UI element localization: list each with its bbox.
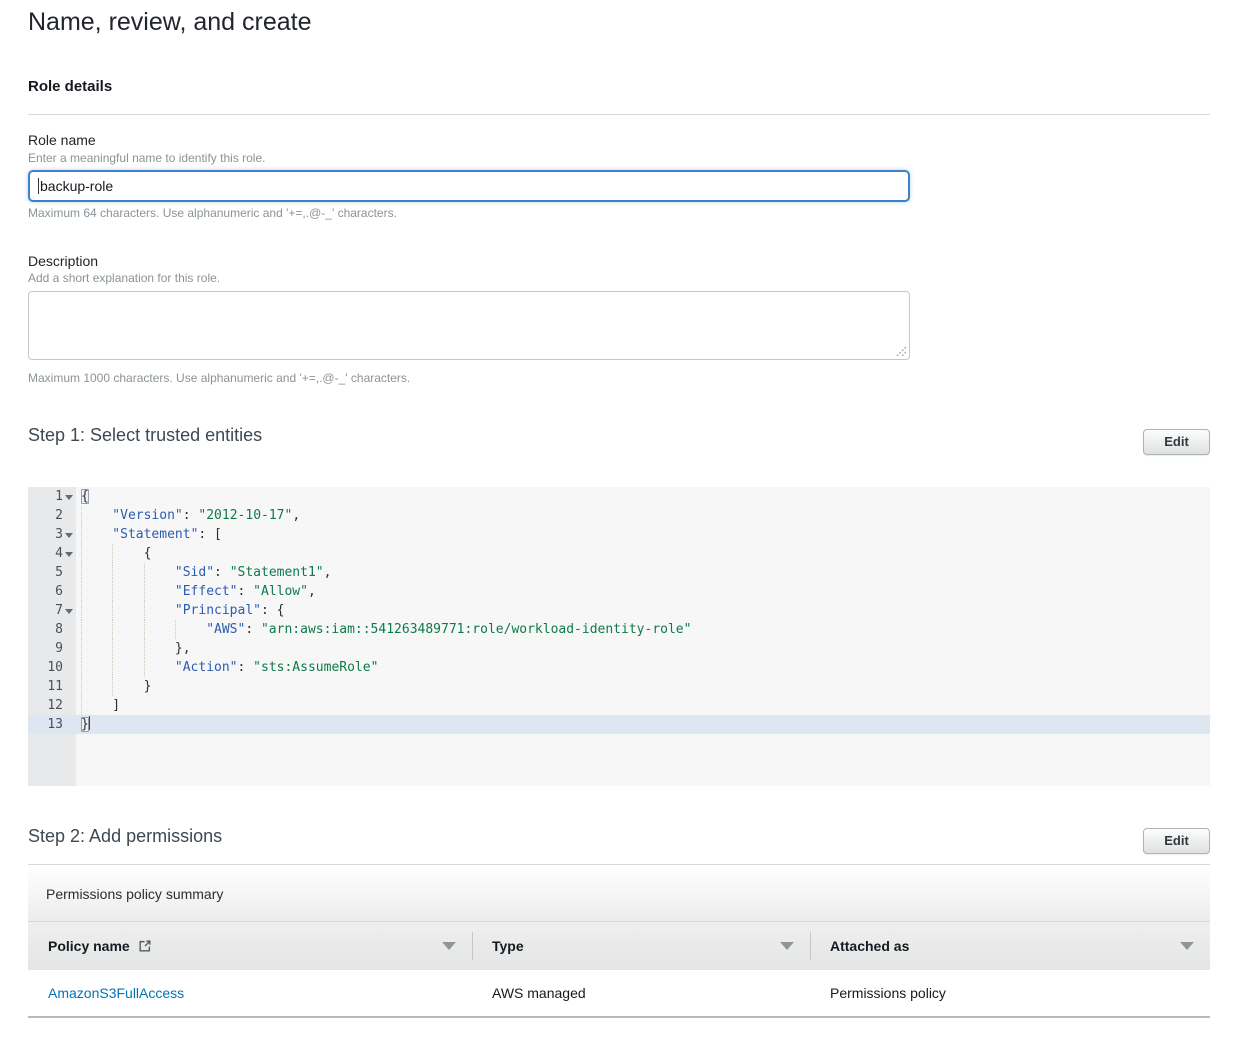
text-cursor bbox=[89, 716, 91, 730]
page: Name, review, and create Role details Ro… bbox=[0, 0, 1242, 1037]
line-number: 2 bbox=[28, 506, 76, 525]
column-header-attached-as: Attached as bbox=[810, 922, 1210, 970]
code-line[interactable]: 12] bbox=[28, 696, 1210, 715]
fold-arrow-icon[interactable] bbox=[65, 495, 73, 500]
code-line[interactable]: 4{ bbox=[28, 544, 1210, 563]
line-number: 5 bbox=[28, 563, 76, 582]
description-help: Add a short explanation for this role. bbox=[28, 271, 220, 285]
page-title: Name, review, and create bbox=[28, 8, 311, 37]
column-divider bbox=[472, 932, 473, 960]
description-label: Description bbox=[28, 253, 98, 269]
policy-type-cell: AWS managed bbox=[472, 970, 810, 1016]
column-header-type: Type bbox=[472, 922, 810, 970]
permissions-summary-panel: Permissions policy summary Policy name T… bbox=[28, 866, 1210, 1018]
step2-heading: Step 2: Add permissions bbox=[28, 826, 222, 847]
code-line[interactable]: 9}, bbox=[28, 639, 1210, 658]
line-number: 9 bbox=[28, 639, 76, 658]
fold-arrow-icon[interactable] bbox=[65, 533, 73, 538]
policy-name-link[interactable]: AmazonS3FullAccess bbox=[48, 985, 184, 1001]
policy-editor[interactable]: 1{2"Version": "2012-10-17",3"Statement":… bbox=[28, 487, 1210, 786]
edit-trusted-entities-button[interactable]: Edit bbox=[1143, 429, 1210, 455]
text-cursor bbox=[38, 178, 39, 194]
description-constraint: Maximum 1000 characters. Use alphanumeri… bbox=[28, 371, 410, 385]
description-textarea[interactable] bbox=[28, 291, 910, 360]
permissions-panel-title: Permissions policy summary bbox=[28, 866, 1210, 922]
table-header-row: Policy name Type Attached as bbox=[28, 922, 1210, 970]
role-name-label: Role name bbox=[28, 132, 96, 148]
filter-dropdown-icon[interactable] bbox=[442, 942, 456, 950]
role-name-input[interactable]: backup-role bbox=[28, 170, 910, 202]
line-number: 8 bbox=[28, 620, 76, 639]
code-line[interactable]: 10"Action": "sts:AssumeRole" bbox=[28, 658, 1210, 677]
resize-handle-icon[interactable] bbox=[896, 346, 907, 357]
role-name-constraint: Maximum 64 characters. Use alphanumeric … bbox=[28, 206, 397, 220]
section-divider bbox=[28, 864, 1210, 865]
line-number: 3 bbox=[28, 525, 76, 544]
external-link-icon bbox=[138, 939, 152, 953]
table-row: AmazonS3FullAccess AWS managed Permissio… bbox=[28, 970, 1210, 1018]
line-number: 1 bbox=[28, 487, 76, 506]
filter-dropdown-icon[interactable] bbox=[780, 942, 794, 950]
code-line[interactable]: 7"Principal": { bbox=[28, 601, 1210, 620]
line-number: 10 bbox=[28, 658, 76, 677]
fold-arrow-icon[interactable] bbox=[65, 609, 73, 614]
role-name-help: Enter a meaningful name to identify this… bbox=[28, 151, 265, 165]
edit-permissions-button[interactable]: Edit bbox=[1143, 828, 1210, 854]
code-line[interactable]: 3"Statement": [ bbox=[28, 525, 1210, 544]
code-line[interactable]: 11} bbox=[28, 677, 1210, 696]
column-header-policy-name: Policy name bbox=[28, 922, 472, 970]
filter-dropdown-icon[interactable] bbox=[1180, 942, 1194, 950]
code-line[interactable]: 8"AWS": "arn:aws:iam::541263489771:role/… bbox=[28, 620, 1210, 639]
code-line[interactable]: 6"Effect": "Allow", bbox=[28, 582, 1210, 601]
column-divider bbox=[810, 932, 811, 960]
line-number: 11 bbox=[28, 677, 76, 696]
role-name-value: backup-role bbox=[40, 178, 113, 194]
line-number: 13 bbox=[28, 715, 76, 734]
role-details-heading: Role details bbox=[28, 78, 112, 95]
line-number: 4 bbox=[28, 544, 76, 563]
line-number: 6 bbox=[28, 582, 76, 601]
step1-heading: Step 1: Select trusted entities bbox=[28, 425, 262, 446]
line-number: 7 bbox=[28, 601, 76, 620]
line-number: 12 bbox=[28, 696, 76, 715]
code-line[interactable]: 13} bbox=[28, 715, 1210, 734]
code-line[interactable]: 5"Sid": "Statement1", bbox=[28, 563, 1210, 582]
fold-arrow-icon[interactable] bbox=[65, 552, 73, 557]
section-divider bbox=[28, 114, 1210, 115]
code-line[interactable]: 1{ bbox=[28, 487, 1210, 506]
code-line[interactable]: 2"Version": "2012-10-17", bbox=[28, 506, 1210, 525]
attached-as-cell: Permissions policy bbox=[810, 970, 1210, 1016]
